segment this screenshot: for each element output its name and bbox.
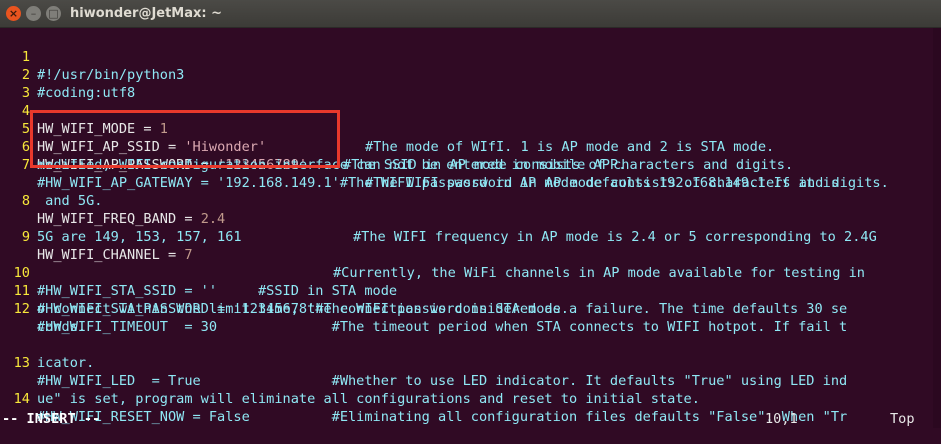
code-comment: #Currently, the WiFi channels in AP mode…: [333, 265, 865, 281]
minimize-button[interactable]: –: [26, 6, 41, 21]
maximize-button[interactable]: □: [46, 6, 61, 21]
close-icon: ×: [8, 7, 19, 20]
code-line: 1 #!/usr/bin/python3: [0, 30, 185, 83]
code-line: 11 #HW_WIFI_STA_PASSWORD = '12345678'#Th…: [0, 264, 569, 317]
highlight-box: [30, 110, 340, 168]
code-line: 2 #coding:utf8: [0, 48, 135, 101]
code-text: HW_WIFI_CHANNEL = 7: [37, 246, 193, 264]
code-text: #HW_WIFI_STA_SSID = '' #SSID in STA mode: [37, 283, 398, 299]
wrapped-text: ue" is set, program will eliminate all c…: [37, 391, 700, 407]
line-number: 7: [21, 157, 30, 173]
code-text: #HW_WIFI_RESET_NOW = False #Eliminating …: [37, 409, 848, 425]
code-line: 10 #HW_WIFI_STA_SSID = '' #SSID in STA m…: [0, 246, 397, 299]
code-line: 14 #HW_WIFI_RESET_NOW = False #Eliminati…: [0, 372, 848, 425]
window-title: hiwonder@JetMax: ~: [70, 6, 223, 21]
code-line: 4 HW_WIFI_MODE = 1 #The mode of WIfI. 1 …: [0, 84, 933, 155]
code-line: 12 #HW_WIFI_TIMEOUT = 30 #The timeout pe…: [0, 282, 848, 335]
line-number: 12: [13, 301, 30, 317]
terminal-window: × – □ hiwonder@JetMax: ~ 1 #!/usr/bin/py…: [0, 0, 941, 428]
code-text: #!/usr/bin/python3: [37, 67, 185, 83]
setting-key: HW_WIFI_CHANNEL =: [37, 247, 185, 263]
minimize-icon: –: [30, 7, 37, 20]
vim-mode-indicator: -- INSERT --: [2, 411, 101, 427]
cursor-position: 10,1: [765, 411, 798, 427]
code-comment: #The WIFI frequency in AP mode is 2.4 or…: [353, 229, 877, 245]
close-button[interactable]: ×: [6, 6, 21, 21]
line-number: 14: [13, 391, 30, 407]
scrollbar[interactable]: [933, 28, 941, 428]
line-number: 8: [21, 193, 30, 209]
code-line: 3: [0, 66, 49, 101]
editor-area[interactable]: 1 #!/usr/bin/python3 2 #coding:utf8 3 4 …: [0, 28, 933, 428]
code-text: #HW_WIFI_TIMEOUT = 30 #The timeout perio…: [37, 319, 848, 335]
line-number: 13: [13, 355, 30, 371]
setting-value: 7: [184, 247, 193, 263]
wrapped-text: o connect within the limit time, the con…: [37, 301, 848, 317]
wrapped-text: conds.: [37, 319, 87, 335]
code-text: #HW_WIFI_LED = True #Whether to use LED …: [37, 373, 848, 389]
scroll-position: Top: [890, 411, 915, 427]
code-line: 9 HW_WIFI_CHANNEL = 7 #Currently, the Wi…: [0, 210, 933, 281]
code-line: 13 #HW_WIFI_LED = True #Whether to use L…: [0, 336, 848, 389]
code-line: 8 HW_WIFI_FREQ_BAND = 2.4 #The WIFI freq…: [0, 174, 933, 245]
title-bar: × – □ hiwonder@JetMax: ~: [0, 0, 941, 28]
wrapped-text: and 5G.: [37, 193, 103, 209]
code-comment: #The mode of WIfI. 1 is AP mode and 2 is…: [365, 139, 775, 155]
wrapped-text: 5G are 149, 153, 157, 161: [37, 229, 242, 245]
maximize-icon: □: [48, 7, 59, 20]
wrapped-text: icator.: [37, 355, 95, 371]
line-number: 9: [21, 229, 30, 245]
